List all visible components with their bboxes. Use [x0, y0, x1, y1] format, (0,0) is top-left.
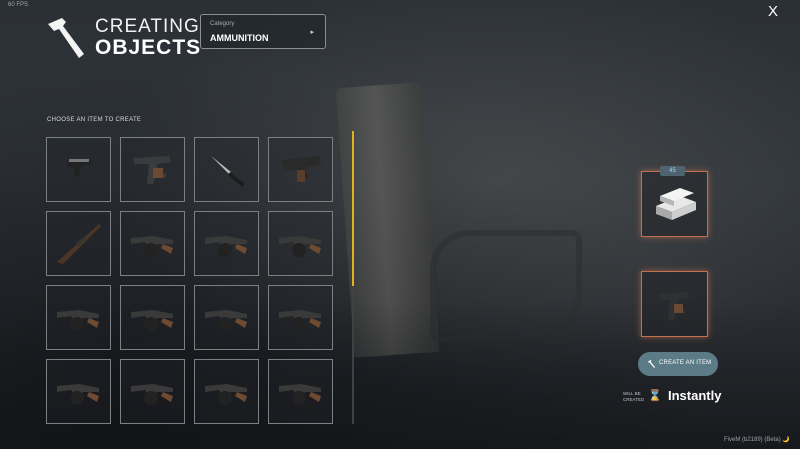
- create-item-label: CREATE AN ITEM: [659, 360, 712, 366]
- item-slot[interactable]: [194, 137, 259, 202]
- category-dropdown[interactable]: Category AMMUNITION ▸: [200, 14, 326, 49]
- item-slot[interactable]: [46, 285, 111, 350]
- item-slot[interactable]: [120, 285, 185, 350]
- item-slot[interactable]: [46, 211, 111, 276]
- item-slot[interactable]: [268, 359, 333, 424]
- pistol-icon: [67, 159, 93, 177]
- tommy-gun-icon: [205, 236, 247, 257]
- will-be-created-label: WILL BE CREATED: [623, 391, 645, 402]
- result-item-slot: [641, 271, 708, 337]
- build-info: FiveM (b2189) (Beta) 🌙: [724, 437, 790, 443]
- item-slot[interactable]: [194, 359, 259, 424]
- page-title-line1: CREATING: [95, 16, 200, 37]
- rifle-icon: [57, 224, 101, 264]
- item-slot[interactable]: [268, 211, 333, 276]
- category-label: Category: [210, 21, 235, 27]
- item-slot[interactable]: [46, 359, 111, 424]
- tommy-gun-icon: [57, 310, 99, 331]
- scrollbar-thumb[interactable]: [352, 131, 354, 286]
- silver-bars-icon: [656, 188, 696, 220]
- item-slot[interactable]: [268, 137, 333, 202]
- smg-icon: [133, 156, 171, 184]
- tommy-gun-icon: [279, 310, 321, 331]
- hammer-logo-icon: [48, 18, 84, 58]
- tommy-gun-icon: [205, 384, 247, 405]
- tommy-gun-icon: [131, 384, 173, 405]
- tommy-gun-icon: [279, 236, 321, 257]
- item-slot[interactable]: [120, 359, 185, 424]
- tommy-gun-icon: [57, 384, 99, 405]
- category-value: AMMUNITION: [210, 33, 269, 43]
- item-slot[interactable]: [268, 285, 333, 350]
- ingredient-count-badge: 45: [660, 166, 685, 176]
- item-grid: [46, 137, 346, 449]
- close-button[interactable]: X: [764, 3, 782, 21]
- smg-icon: [658, 292, 690, 320]
- tommy-gun-icon: [205, 310, 247, 331]
- item-slot[interactable]: [120, 137, 185, 202]
- tommy-gun-icon: [131, 310, 173, 331]
- hammer-icon: [647, 359, 656, 368]
- item-slot[interactable]: [120, 211, 185, 276]
- creation-time-value: Instantly: [668, 388, 722, 403]
- page-title-line2: OBJECTS: [95, 36, 202, 59]
- chevron-right-icon: ▸: [310, 29, 314, 36]
- choose-item-label: CHOOSE AN ITEM TO CREATE: [47, 117, 142, 123]
- item-slot[interactable]: [194, 285, 259, 350]
- create-item-button[interactable]: CREATE AN ITEM: [638, 352, 718, 376]
- item-slot[interactable]: [194, 211, 259, 276]
- knife-icon: [211, 156, 245, 187]
- tommy-gun-icon: [279, 384, 321, 405]
- item-slot[interactable]: [46, 137, 111, 202]
- ingredient-slot: [641, 171, 708, 237]
- hourglass-icon: ⌛: [648, 390, 662, 402]
- tommy-gun-icon: [131, 236, 173, 257]
- compact-smg-icon: [281, 156, 321, 182]
- fps-counter: 60 FPS: [8, 2, 29, 8]
